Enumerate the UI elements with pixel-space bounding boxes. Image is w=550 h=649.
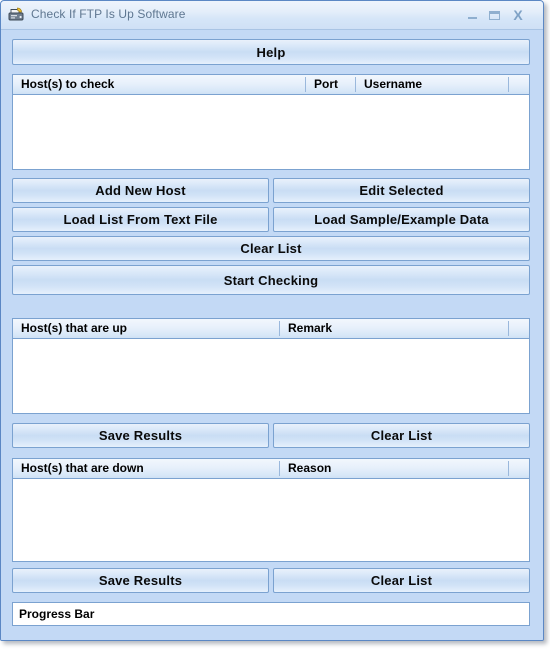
hosts-up-header: Host(s) that are up Remark (13, 319, 529, 339)
column-header-port[interactable]: Port (314, 75, 356, 94)
progress-bar: Progress Bar (12, 602, 530, 626)
minimize-icon (467, 17, 477, 19)
clear-list-down-button[interactable]: Clear List (273, 568, 530, 593)
hosts-down-list[interactable]: Host(s) that are down Reason (12, 458, 530, 562)
column-divider[interactable] (508, 461, 509, 476)
column-divider[interactable] (279, 461, 280, 476)
load-sample-example-data-button[interactable]: Load Sample/Example Data (273, 207, 530, 232)
window-title: Check If FTP Is Up Software (31, 7, 186, 21)
ftp-app-icon (8, 7, 25, 23)
clear-list-up-button[interactable]: Clear List (273, 423, 530, 448)
column-header-remark[interactable]: Remark (288, 319, 503, 338)
edit-selected-button[interactable]: Edit Selected (273, 178, 530, 203)
clear-list-main-button[interactable]: Clear List (12, 236, 530, 261)
column-header-host[interactable]: Host(s) to check (21, 75, 303, 94)
column-header-username[interactable]: Username (364, 75, 506, 94)
column-header-host-down[interactable]: Host(s) that are down (21, 459, 271, 478)
title-bar[interactable]: Check If FTP Is Up Software X (1, 1, 543, 30)
save-results-up-button[interactable]: Save Results (12, 423, 269, 448)
hosts-down-body[interactable] (13, 479, 529, 561)
close-button[interactable]: X (509, 6, 527, 24)
maximize-icon (488, 11, 500, 20)
column-header-host-up[interactable]: Host(s) that are up (21, 319, 271, 338)
hosts-to-check-body[interactable] (13, 95, 529, 169)
help-button[interactable]: Help (12, 39, 530, 65)
load-list-from-text-file-button[interactable]: Load List From Text File (12, 207, 269, 232)
start-checking-button[interactable]: Start Checking (12, 265, 530, 295)
hosts-to-check-header: Host(s) to check Port Username (13, 75, 529, 95)
minimize-button[interactable] (463, 6, 481, 24)
hosts-up-list[interactable]: Host(s) that are up Remark (12, 318, 530, 414)
progress-bar-label: Progress Bar (19, 607, 95, 621)
column-divider[interactable] (508, 321, 509, 336)
column-divider[interactable] (279, 321, 280, 336)
column-header-reason[interactable]: Reason (288, 459, 503, 478)
save-results-down-button[interactable]: Save Results (12, 568, 269, 593)
hosts-down-header: Host(s) that are down Reason (13, 459, 529, 479)
client-area: Help Host(s) to check Port Username Add … (1, 30, 543, 640)
column-divider[interactable] (508, 77, 509, 92)
hosts-to-check-list[interactable]: Host(s) to check Port Username (12, 74, 530, 170)
hosts-up-body[interactable] (13, 339, 529, 413)
add-new-host-button[interactable]: Add New Host (12, 178, 269, 203)
column-divider[interactable] (355, 77, 356, 92)
column-divider[interactable] (305, 77, 306, 92)
maximize-button[interactable] (485, 6, 503, 24)
application-window: Check If FTP Is Up Software X Help Host(… (0, 0, 544, 641)
